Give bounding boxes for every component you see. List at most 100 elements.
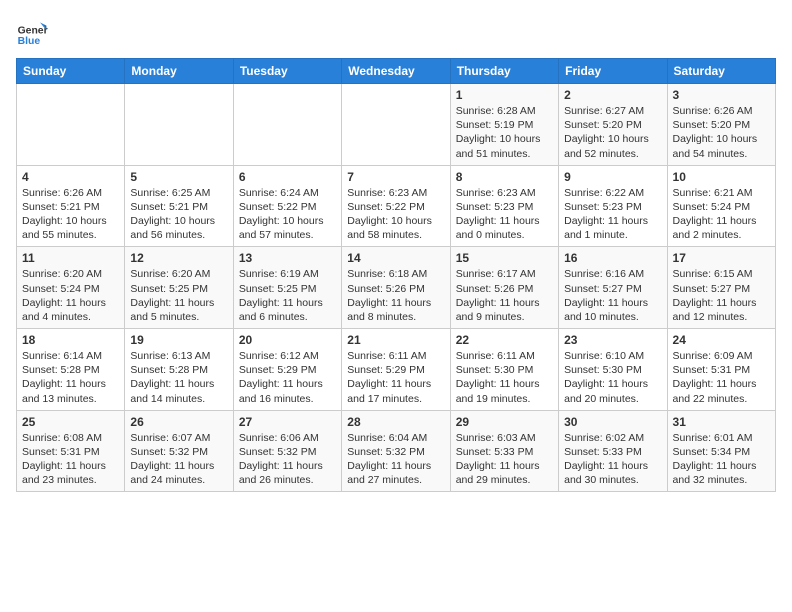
day-number: 2 bbox=[564, 88, 661, 102]
svg-text:Blue: Blue bbox=[18, 36, 41, 47]
page-header: General Blue bbox=[16, 16, 776, 48]
day-info: Sunrise: 6:10 AMSunset: 5:30 PMDaylight:… bbox=[564, 349, 661, 406]
day-info: Sunrise: 6:08 AMSunset: 5:31 PMDaylight:… bbox=[22, 431, 119, 488]
day-number: 30 bbox=[564, 415, 661, 429]
svg-text:General: General bbox=[18, 26, 48, 37]
calendar-cell: 30Sunrise: 6:02 AMSunset: 5:33 PMDayligh… bbox=[559, 410, 667, 492]
weekday-header-saturday: Saturday bbox=[667, 59, 775, 84]
day-number: 23 bbox=[564, 333, 661, 347]
day-number: 6 bbox=[239, 170, 336, 184]
day-info: Sunrise: 6:16 AMSunset: 5:27 PMDaylight:… bbox=[564, 267, 661, 324]
calendar-cell: 19Sunrise: 6:13 AMSunset: 5:28 PMDayligh… bbox=[125, 329, 233, 411]
day-info: Sunrise: 6:04 AMSunset: 5:32 PMDaylight:… bbox=[347, 431, 444, 488]
calendar-cell: 23 Sunrise: 6:10 AMSunset: 5:30 PMDayligh… bbox=[559, 329, 667, 411]
day-info: Sunrise: 6:15 AMSunset: 5:27 PMDaylight:… bbox=[673, 267, 770, 324]
calendar-cell: 20 Sunrise: 6:12 AMSunset: 5:29 PMDayligh… bbox=[233, 329, 341, 411]
weekday-header-wednesday: Wednesday bbox=[342, 59, 450, 84]
day-info: Sunrise: 6:14 AMSunset: 5:28 PMDaylight:… bbox=[22, 349, 119, 406]
calendar-cell: 8 Sunrise: 6:23 AMSunset: 5:23 PMDaylight… bbox=[450, 165, 558, 247]
calendar-cell: 13 Sunrise: 6:19 AMSunset: 5:25 PMDayligh… bbox=[233, 247, 341, 329]
day-number: 25 bbox=[22, 415, 119, 429]
day-info: Sunrise: 6:03 AMSunset: 5:33 PMDaylight:… bbox=[456, 431, 553, 488]
weekday-header-tuesday: Tuesday bbox=[233, 59, 341, 84]
day-number: 26 bbox=[130, 415, 227, 429]
day-number: 28 bbox=[347, 415, 444, 429]
calendar-cell: 26 Sunrise: 6:07 AMSunset: 5:32 PMDayligh… bbox=[125, 410, 233, 492]
calendar-week-1: 1Sunrise: 6:28 AMSunset: 5:19 PMDaylight… bbox=[17, 84, 776, 166]
day-number: 7 bbox=[347, 170, 444, 184]
calendar-cell: 27 Sunrise: 6:06 AMSunset: 5:32 PMDayligh… bbox=[233, 410, 341, 492]
day-info: Sunrise: 6:12 AMSunset: 5:29 PMDaylight:… bbox=[239, 349, 336, 406]
weekday-header-friday: Friday bbox=[559, 59, 667, 84]
calendar-cell: 10 Sunrise: 6:21 AMSunset: 5:24 PMDayligh… bbox=[667, 165, 775, 247]
day-number: 15 bbox=[456, 251, 553, 265]
day-info: Sunrise: 6:06 AMSunset: 5:32 PMDaylight:… bbox=[239, 431, 336, 488]
day-info: Sunrise: 6:11 AMSunset: 5:30 PMDaylight:… bbox=[456, 349, 553, 406]
calendar-cell: 14Sunrise: 6:18 AMSunset: 5:26 PMDayligh… bbox=[342, 247, 450, 329]
calendar-cell: 24 Sunrise: 6:09 AMSunset: 5:31 PMDayligh… bbox=[667, 329, 775, 411]
day-number: 24 bbox=[673, 333, 770, 347]
day-number: 8 bbox=[456, 170, 553, 184]
day-number: 18 bbox=[22, 333, 119, 347]
day-number: 3 bbox=[673, 88, 770, 102]
day-number: 9 bbox=[564, 170, 661, 184]
day-number: 4 bbox=[22, 170, 119, 184]
calendar-cell: 16 Sunrise: 6:16 AMSunset: 5:27 PMDayligh… bbox=[559, 247, 667, 329]
day-info: Sunrise: 6:23 AMSunset: 5:22 PMDaylight:… bbox=[347, 186, 444, 243]
day-info: Sunrise: 6:07 AMSunset: 5:32 PMDaylight:… bbox=[130, 431, 227, 488]
day-info: Sunrise: 6:11 AMSunset: 5:29 PMDaylight:… bbox=[347, 349, 444, 406]
day-info: Sunrise: 6:20 AMSunset: 5:25 PMDaylight:… bbox=[130, 267, 227, 324]
day-info: Sunrise: 6:18 AMSunset: 5:26 PMDaylight:… bbox=[347, 267, 444, 324]
calendar-cell: 22 Sunrise: 6:11 AMSunset: 5:30 PMDayligh… bbox=[450, 329, 558, 411]
logo: General Blue bbox=[16, 16, 54, 48]
calendar-cell: 29 Sunrise: 6:03 AMSunset: 5:33 PMDayligh… bbox=[450, 410, 558, 492]
calendar-week-5: 25 Sunrise: 6:08 AMSunset: 5:31 PMDayligh… bbox=[17, 410, 776, 492]
calendar-table: SundayMondayTuesdayWednesdayThursdayFrid… bbox=[16, 58, 776, 492]
calendar-cell: 17 Sunrise: 6:15 AMSunset: 5:27 PMDayligh… bbox=[667, 247, 775, 329]
day-number: 29 bbox=[456, 415, 553, 429]
day-number: 16 bbox=[564, 251, 661, 265]
day-info: Sunrise: 6:23 AMSunset: 5:23 PMDaylight:… bbox=[456, 186, 553, 243]
weekday-header-thursday: Thursday bbox=[450, 59, 558, 84]
calendar-cell: 2Sunrise: 6:27 AMSunset: 5:20 PMDaylight… bbox=[559, 84, 667, 166]
calendar-cell: 25 Sunrise: 6:08 AMSunset: 5:31 PMDayligh… bbox=[17, 410, 125, 492]
calendar-cell bbox=[233, 84, 341, 166]
calendar-cell bbox=[342, 84, 450, 166]
day-info: Sunrise: 6:22 AMSunset: 5:23 PMDaylight:… bbox=[564, 186, 661, 243]
weekday-header-sunday: Sunday bbox=[17, 59, 125, 84]
calendar-cell: 7 Sunrise: 6:23 AMSunset: 5:22 PMDaylight… bbox=[342, 165, 450, 247]
calendar-cell: 28 Sunrise: 6:04 AMSunset: 5:32 PMDayligh… bbox=[342, 410, 450, 492]
day-number: 17 bbox=[673, 251, 770, 265]
calendar-cell: 31 Sunrise: 6:01 AMSunset: 5:34 PMDayligh… bbox=[667, 410, 775, 492]
calendar-week-2: 4 Sunrise: 6:26 AMSunset: 5:21 PMDaylight… bbox=[17, 165, 776, 247]
day-info: Sunrise: 6:01 AMSunset: 5:34 PMDaylight:… bbox=[673, 431, 770, 488]
calendar-week-4: 18 Sunrise: 6:14 AMSunset: 5:28 PMDayligh… bbox=[17, 329, 776, 411]
day-number: 19 bbox=[130, 333, 227, 347]
day-number: 22 bbox=[456, 333, 553, 347]
day-info: Sunrise: 6:19 AMSunset: 5:25 PMDaylight:… bbox=[239, 267, 336, 324]
weekday-header-monday: Monday bbox=[125, 59, 233, 84]
calendar-cell: 6Sunrise: 6:24 AMSunset: 5:22 PMDaylight… bbox=[233, 165, 341, 247]
calendar-cell: 9 Sunrise: 6:22 AMSunset: 5:23 PMDaylight… bbox=[559, 165, 667, 247]
day-number: 21 bbox=[347, 333, 444, 347]
day-number: 27 bbox=[239, 415, 336, 429]
day-number: 31 bbox=[673, 415, 770, 429]
calendar-cell: 5Sunrise: 6:25 AMSunset: 5:21 PMDaylight… bbox=[125, 165, 233, 247]
calendar-cell: 21 Sunrise: 6:11 AMSunset: 5:29 PMDayligh… bbox=[342, 329, 450, 411]
day-number: 20 bbox=[239, 333, 336, 347]
day-number: 13 bbox=[239, 251, 336, 265]
calendar-cell: 15Sunrise: 6:17 AMSunset: 5:26 PMDayligh… bbox=[450, 247, 558, 329]
calendar-cell: 1Sunrise: 6:28 AMSunset: 5:19 PMDaylight… bbox=[450, 84, 558, 166]
day-info: Sunrise: 6:26 AMSunset: 5:21 PMDaylight:… bbox=[22, 186, 119, 243]
day-info: Sunrise: 6:20 AMSunset: 5:24 PMDaylight:… bbox=[22, 267, 119, 324]
day-info: Sunrise: 6:09 AMSunset: 5:31 PMDaylight:… bbox=[673, 349, 770, 406]
day-info: Sunrise: 6:26 AMSunset: 5:20 PMDaylight:… bbox=[673, 104, 770, 161]
calendar-cell bbox=[125, 84, 233, 166]
day-info: Sunrise: 6:28 AMSunset: 5:19 PMDaylight:… bbox=[456, 104, 553, 161]
day-number: 5 bbox=[130, 170, 227, 184]
calendar-cell bbox=[17, 84, 125, 166]
day-info: Sunrise: 6:21 AMSunset: 5:24 PMDaylight:… bbox=[673, 186, 770, 243]
day-number: 10 bbox=[673, 170, 770, 184]
day-number: 11 bbox=[22, 251, 119, 265]
day-number: 12 bbox=[130, 251, 227, 265]
